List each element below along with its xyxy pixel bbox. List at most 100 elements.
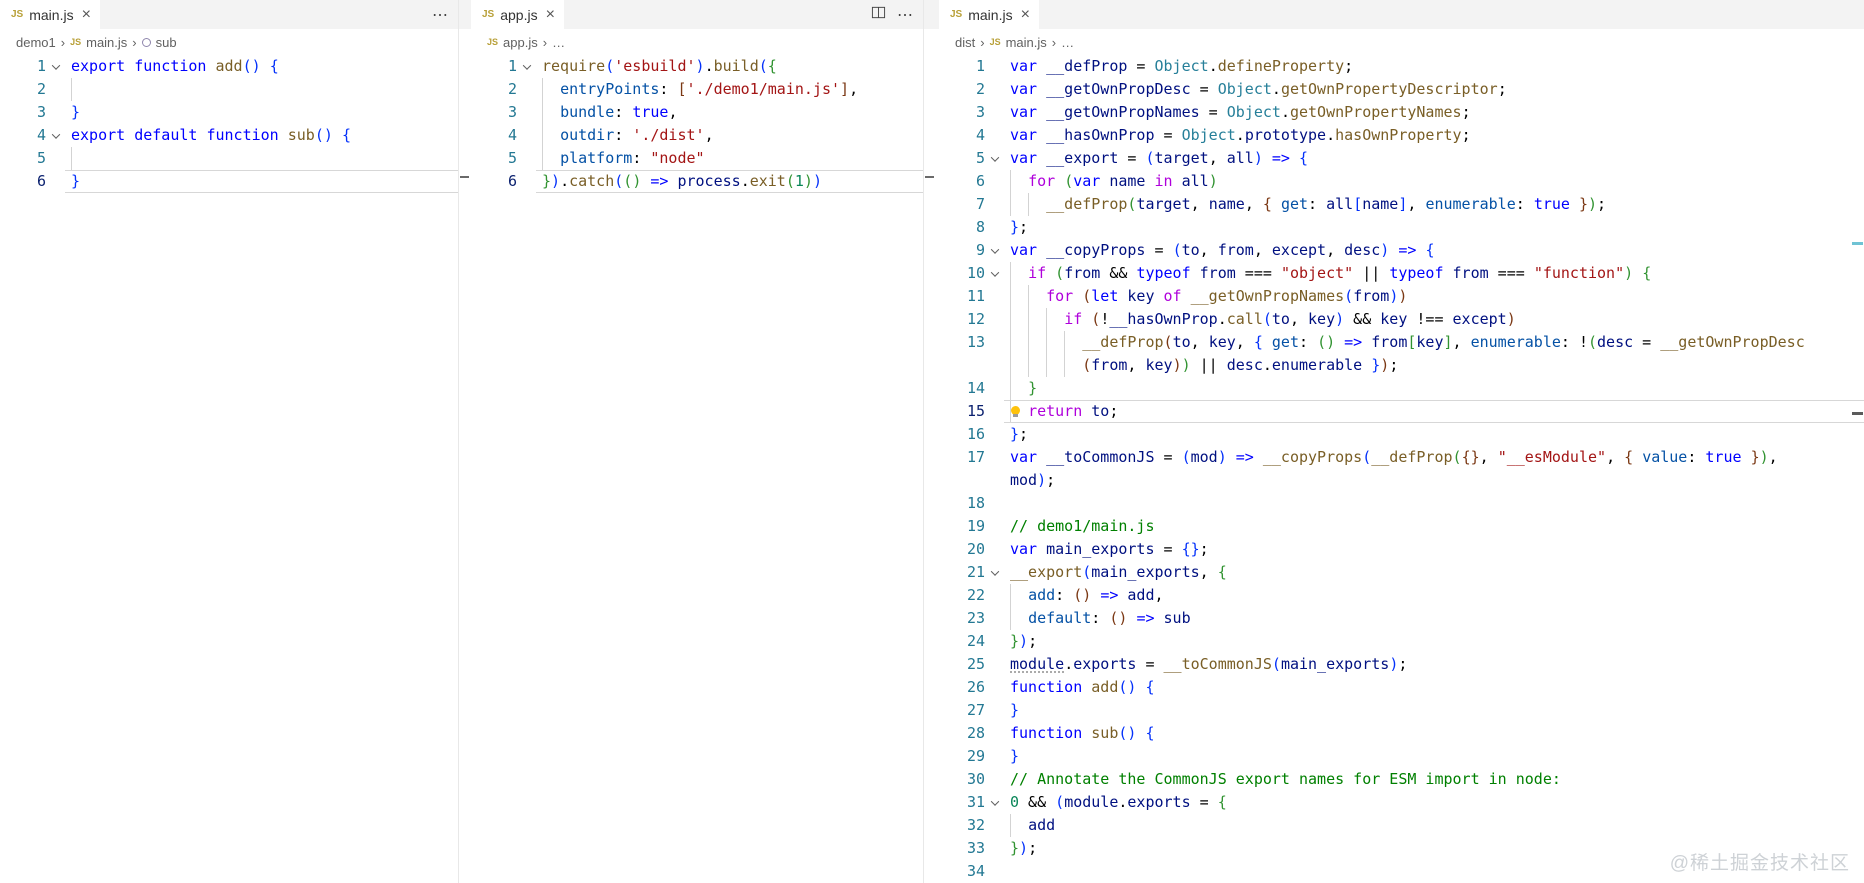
fold-column[interactable] [985, 653, 1004, 676]
code-line[interactable]: 2 [0, 78, 458, 101]
code-line[interactable]: 1 export function add() { [0, 55, 458, 78]
fold-column[interactable] [985, 55, 1004, 78]
code-line[interactable]: (from, key)) || desc.enumerable }); [939, 354, 1864, 377]
fold-column[interactable] [46, 147, 65, 170]
fold-column[interactable] [985, 630, 1004, 653]
code-line[interactable]: 3 bundle: true, [471, 101, 923, 124]
chevron-down-icon[interactable] [990, 267, 999, 277]
code-line[interactable]: 24}); [939, 630, 1864, 653]
chevron-down-icon[interactable] [51, 60, 60, 70]
fold-column[interactable] [985, 446, 1004, 469]
breadcrumb-item[interactable]: demo1 [16, 35, 56, 50]
fold-column[interactable] [985, 124, 1004, 147]
code-line[interactable]: 12 if (!__hasOwnProp.call(to, key) && ke… [939, 308, 1864, 331]
line-number[interactable]: 30 [939, 768, 985, 791]
code-line[interactable]: 31 0 && (module.exports = { [939, 791, 1864, 814]
chevron-down-icon[interactable] [990, 152, 999, 162]
line-number[interactable]: 24 [939, 630, 985, 653]
fold-column[interactable] [985, 515, 1004, 538]
code-line[interactable]: 3} [0, 101, 458, 124]
code-line[interactable]: 16}; [939, 423, 1864, 446]
fold-column[interactable] [517, 124, 536, 147]
line-number[interactable]: 2 [0, 78, 46, 101]
line-number[interactable]: 4 [0, 124, 46, 147]
close-icon[interactable]: × [546, 6, 555, 23]
line-number[interactable]: 19 [939, 515, 985, 538]
fold-column[interactable] [985, 331, 1004, 354]
line-number[interactable]: 6 [0, 170, 46, 193]
line-number[interactable]: 32 [939, 814, 985, 837]
fold-column[interactable] [985, 308, 1004, 331]
breadcrumb-item[interactable]: … [1061, 35, 1074, 50]
line-number[interactable]: 15 [939, 400, 985, 423]
fold-column[interactable] [985, 768, 1004, 791]
line-number[interactable]: 21 [939, 561, 985, 584]
fold-column[interactable] [517, 101, 536, 124]
line-number[interactable]: 26 [939, 676, 985, 699]
breadcrumb-item[interactable]: JS main.js [990, 35, 1047, 50]
breadcrumb-item[interactable]: JS app.js [487, 35, 538, 50]
code-line[interactable]: 30 // Annotate the CommonJS export names … [939, 768, 1864, 791]
code-line[interactable]: 29} [939, 745, 1864, 768]
fold-column[interactable] [985, 78, 1004, 101]
line-number[interactable]: 29 [939, 745, 985, 768]
fold-column[interactable] [985, 791, 1004, 814]
fold-column[interactable] [985, 400, 1004, 423]
tab[interactable]: JS main.js × [0, 0, 100, 29]
fold-column[interactable] [985, 147, 1004, 170]
line-number[interactable]: 4 [939, 124, 985, 147]
line-number[interactable]: 3 [471, 101, 517, 124]
editor-sash[interactable] [923, 0, 939, 883]
editor[interactable]: 1 require('esbuild').build({2 entryPoints… [471, 55, 923, 883]
line-number[interactable]: 2 [471, 78, 517, 101]
editor[interactable]: 1 export function add() {2 3} 4 export defau… [0, 55, 458, 883]
code-line[interactable]: 5 platform: "node" [471, 147, 923, 170]
code-line[interactable]: 25 module.exports = __toCommonJS(main_exp… [939, 653, 1864, 676]
fold-column[interactable] [985, 860, 1004, 883]
code-line[interactable]: 2 var __getOwnPropDesc = Object.getOwnPro… [939, 78, 1864, 101]
fold-column[interactable] [985, 101, 1004, 124]
fold-column[interactable] [517, 170, 536, 193]
fold-column[interactable] [985, 538, 1004, 561]
code-line[interactable]: 13 __defProp(to, key, { get: () => from[… [939, 331, 1864, 354]
line-number[interactable] [939, 469, 985, 492]
code-line[interactable]: 7 __defProp(target, name, { get: all[nam… [939, 193, 1864, 216]
line-number[interactable] [939, 354, 985, 377]
code-line[interactable]: 6} [0, 170, 458, 193]
code-line[interactable]: 21 __export(main_exports, { [939, 561, 1864, 584]
line-number[interactable]: 18 [939, 492, 985, 515]
fold-column[interactable] [985, 492, 1004, 515]
code-line[interactable]: 20 var main_exports = {}; [939, 538, 1864, 561]
line-number[interactable]: 8 [939, 216, 985, 239]
fold-column[interactable] [985, 814, 1004, 837]
tab[interactable]: JS main.js × [939, 0, 1039, 29]
code-line[interactable]: 27} [939, 699, 1864, 722]
code-line[interactable]: 5 [0, 147, 458, 170]
line-number[interactable]: 2 [939, 78, 985, 101]
breadcrumb-item[interactable]: dist [955, 35, 975, 50]
code-line[interactable]: 32 add [939, 814, 1864, 837]
tab[interactable]: JS app.js × [471, 0, 564, 29]
fold-column[interactable] [985, 216, 1004, 239]
fold-column[interactable] [985, 285, 1004, 308]
fold-column[interactable] [985, 561, 1004, 584]
code-line[interactable]: 3 var __getOwnPropNames = Object.getOwnPr… [939, 101, 1864, 124]
fold-column[interactable] [517, 55, 536, 78]
line-number[interactable]: 7 [939, 193, 985, 216]
code-line[interactable]: 11 for (let key of __getOwnPropNames(fro… [939, 285, 1864, 308]
line-number[interactable]: 17 [939, 446, 985, 469]
line-number[interactable]: 6 [471, 170, 517, 193]
line-number[interactable]: 28 [939, 722, 985, 745]
code-line[interactable]: 28 function sub() { [939, 722, 1864, 745]
more-actions-icon[interactable]: ⋯ [432, 5, 449, 25]
line-number[interactable]: 11 [939, 285, 985, 308]
lightbulb-icon[interactable] [1011, 406, 1021, 417]
fold-column[interactable] [46, 170, 65, 193]
line-number[interactable]: 1 [0, 55, 46, 78]
code-line[interactable]: 9 var __copyProps = (to, from, except, de… [939, 239, 1864, 262]
close-icon[interactable]: × [1021, 6, 1030, 23]
line-number[interactable]: 4 [471, 124, 517, 147]
fold-column[interactable] [46, 55, 65, 78]
close-icon[interactable]: × [82, 6, 91, 23]
code-line[interactable]: 10 if (from && typeof from === "object" … [939, 262, 1864, 285]
